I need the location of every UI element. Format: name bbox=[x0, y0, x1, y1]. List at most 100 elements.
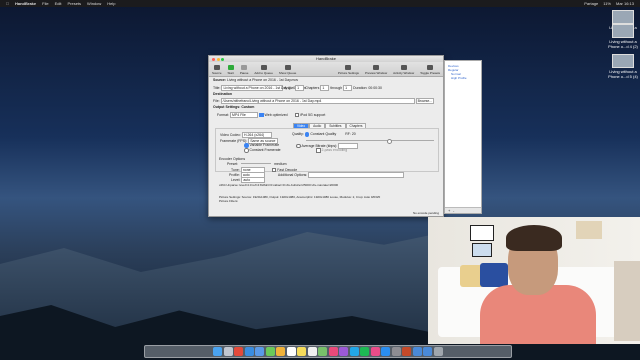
status-bar: No encode pending bbox=[209, 211, 443, 216]
preset-slider[interactable] bbox=[241, 163, 272, 164]
mail-icon[interactable] bbox=[255, 347, 265, 356]
show-queue-button[interactable]: Show Queue bbox=[279, 65, 296, 75]
settings-icon[interactable] bbox=[391, 347, 401, 356]
cushion bbox=[480, 263, 508, 287]
quality-slider-knob[interactable] bbox=[387, 138, 392, 144]
additional-options-label: Additional Options: bbox=[277, 172, 308, 177]
notes-icon[interactable] bbox=[297, 347, 307, 356]
menu-app-name[interactable]: HandBrake bbox=[15, 1, 36, 6]
constant-framerate-radio[interactable] bbox=[244, 148, 249, 153]
podcasts-icon[interactable] bbox=[339, 347, 349, 356]
chapter-end-select[interactable]: 1 bbox=[343, 85, 353, 91]
desktop-file-icon[interactable]: Living without a Phone o...d 5 (4) bbox=[608, 54, 638, 79]
destination-file-input[interactable]: /Users/nithefranc/Living without a Phone… bbox=[220, 98, 415, 104]
format-select[interactable]: MP4 File bbox=[230, 112, 259, 118]
browse-button[interactable]: Browse... bbox=[415, 98, 434, 104]
chapter-start-select[interactable]: 1 bbox=[320, 85, 330, 91]
add-to-queue-button[interactable]: Add to Queue bbox=[254, 65, 273, 75]
chrome-icon[interactable] bbox=[234, 347, 244, 356]
folder-icon[interactable] bbox=[412, 347, 422, 356]
web-optimized-label: Web optimized bbox=[264, 112, 288, 117]
activity-window-button[interactable]: Activity Window bbox=[393, 65, 414, 75]
queue-icon bbox=[284, 65, 291, 70]
close-icon[interactable] bbox=[212, 57, 215, 61]
itunes-icon[interactable] bbox=[370, 347, 380, 356]
film-icon bbox=[213, 65, 220, 70]
spotify-icon[interactable] bbox=[360, 347, 370, 356]
pause-button[interactable]: Pause bbox=[240, 65, 248, 75]
presets-drawer: Devices Regular Normal High Profile + - bbox=[444, 60, 482, 214]
zoom-icon[interactable] bbox=[221, 57, 224, 61]
app-store-icon[interactable] bbox=[381, 347, 391, 356]
skype-icon[interactable] bbox=[349, 347, 359, 356]
source-label: Source: bbox=[213, 78, 227, 82]
menu-help[interactable]: Help bbox=[107, 1, 115, 6]
menu-presets[interactable]: Presets bbox=[67, 1, 81, 6]
menu-file[interactable]: File bbox=[42, 1, 48, 6]
title-label: Title: bbox=[213, 85, 221, 90]
additional-options-input[interactable] bbox=[308, 172, 405, 178]
format-label: Format: bbox=[217, 112, 230, 117]
presets-footer: + - bbox=[445, 207, 481, 213]
picture-settings-summary: Picture Settings: Source: 1920x1080, Out… bbox=[219, 195, 381, 199]
desktop-file-label: Living without a Phone o...d 4 (2) bbox=[608, 39, 638, 49]
file-thumbnail bbox=[612, 10, 634, 24]
two-pass-checkbox[interactable] bbox=[316, 148, 321, 153]
apple-icon[interactable]:  bbox=[6, 1, 9, 6]
finder-icon[interactable] bbox=[213, 347, 223, 356]
remove-preset-icon[interactable]: - bbox=[453, 208, 454, 213]
start-button[interactable]: Start bbox=[228, 65, 234, 75]
file-thumbnail bbox=[612, 54, 634, 68]
handbrake-window: HandBrake Source Start Pause Add to Queu… bbox=[208, 55, 444, 217]
quality-label: Quality: bbox=[292, 132, 304, 137]
launchpad-icon[interactable] bbox=[223, 347, 233, 356]
shelf bbox=[614, 261, 640, 341]
wall-frame bbox=[472, 243, 492, 257]
preset-high-profile[interactable]: High Profile bbox=[445, 76, 481, 80]
ipod-support-checkbox[interactable] bbox=[294, 112, 300, 118]
safari-icon[interactable] bbox=[244, 347, 254, 356]
output-settings-heading: Output Settings: Custom bbox=[213, 105, 255, 109]
quality-slider[interactable] bbox=[306, 140, 434, 141]
source-value: Living without a Phone on 2016 - 1st Day… bbox=[227, 78, 299, 82]
handbrake-dock-icon[interactable] bbox=[402, 347, 412, 356]
wall-picture bbox=[576, 221, 602, 239]
average-bitrate-radio[interactable] bbox=[296, 143, 301, 149]
picture-filters-summary: Picture Filters: bbox=[219, 199, 239, 203]
through-label: through bbox=[330, 85, 343, 90]
status-battery[interactable]: 11% bbox=[603, 1, 611, 6]
messages-icon[interactable] bbox=[265, 347, 275, 356]
photos-icon[interactable] bbox=[276, 347, 286, 356]
source-button[interactable]: Source bbox=[212, 65, 222, 75]
constant-framerate-label: Constant Framerate bbox=[249, 148, 281, 153]
menu-window[interactable]: Window bbox=[87, 1, 101, 6]
picture-settings-button[interactable]: Picture Settings bbox=[338, 65, 359, 75]
trash-icon[interactable] bbox=[433, 347, 443, 356]
reminders-icon[interactable] bbox=[307, 347, 317, 356]
add-preset-icon[interactable]: + bbox=[448, 208, 450, 213]
variable-framerate-radio[interactable] bbox=[244, 143, 249, 148]
tv-icon bbox=[345, 65, 352, 70]
eye-icon bbox=[373, 65, 380, 70]
toggle-presets-button[interactable]: Toggle Presets bbox=[420, 65, 440, 75]
web-optimized-checkbox[interactable] bbox=[259, 112, 264, 118]
status-sharing[interactable]: Partage bbox=[584, 1, 598, 6]
desktop-file-icon[interactable]: Living without a Phone o...d 4 (2) bbox=[608, 24, 638, 49]
menu-edit[interactable]: Edit bbox=[55, 1, 62, 6]
destination-heading: Destination bbox=[213, 92, 233, 96]
music-icon[interactable] bbox=[328, 347, 338, 356]
minimize-icon[interactable] bbox=[216, 57, 220, 61]
window-titlebar[interactable]: HandBrake bbox=[209, 56, 443, 62]
angle-select[interactable]: 1 bbox=[295, 85, 305, 91]
title-select[interactable]: Living without a Phone on 2016 - 1st Day… bbox=[221, 85, 306, 91]
status-clock[interactable]: Mar 16:13 bbox=[616, 1, 634, 6]
level-label: Level: bbox=[231, 177, 241, 182]
rf-value: 20 bbox=[351, 132, 356, 137]
constant-quality-radio[interactable] bbox=[304, 132, 310, 137]
maps-icon[interactable] bbox=[318, 347, 328, 356]
folder-icon[interactable] bbox=[423, 347, 433, 356]
file-label: File: bbox=[213, 98, 220, 103]
calendar-icon[interactable] bbox=[286, 347, 296, 356]
preview-window-button[interactable]: Preview Window bbox=[365, 65, 387, 75]
two-pass-label: 2-pass encoding bbox=[321, 148, 348, 153]
